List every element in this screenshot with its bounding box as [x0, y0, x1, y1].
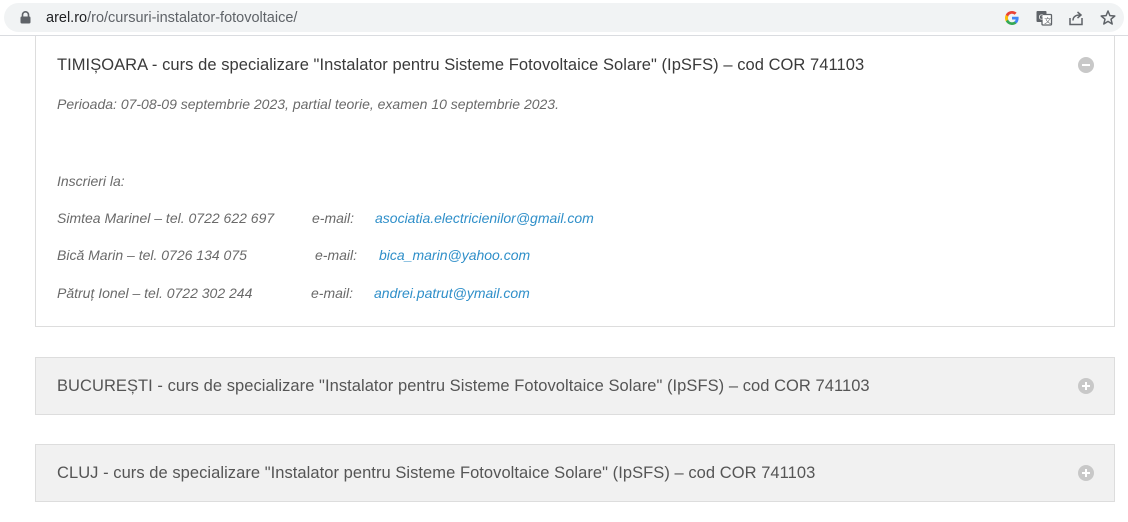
bookmark-star-icon[interactable] — [1099, 9, 1117, 27]
url-path: /ro/cursuri-instalator-fotovoltaice/ — [87, 10, 298, 26]
translate-icon[interactable]: G 文 — [1035, 9, 1053, 27]
course-period: Perioada: 07-08-09 septembrie 2023, part… — [57, 96, 559, 112]
minus-circle-icon[interactable] — [1078, 57, 1094, 73]
accordion-panel-cluj[interactable]: CLUJ - curs de specializare "Instalator … — [35, 444, 1115, 502]
browser-toolbar: arel.ro/ro/cursuri-instalator-fotovoltai… — [0, 0, 1128, 36]
lock-icon[interactable] — [20, 11, 31, 24]
accordion-title-cluj[interactable]: CLUJ - curs de specializare "Instalator … — [57, 464, 815, 483]
address-bar[interactable]: arel.ro/ro/cursuri-instalator-fotovoltai… — [4, 3, 1124, 32]
email-link[interactable]: bica_marin@yahoo.com — [379, 247, 530, 263]
email-link[interactable]: andrei.patrut@ymail.com — [374, 285, 530, 301]
enroll-label: Inscrieri la: — [57, 173, 125, 189]
share-icon[interactable] — [1067, 9, 1085, 27]
url-domain: arel.ro — [46, 10, 88, 26]
accordion-panel-timisoara: TIMIȘOARA - curs de specializare "Instal… — [35, 36, 1115, 327]
accordion-title-bucuresti[interactable]: BUCUREȘTI - curs de specializare "Instal… — [57, 377, 870, 396]
contact-person: Pătruț Ionel – tel. 0722 302 244 — [57, 285, 253, 301]
plus-circle-icon[interactable] — [1078, 378, 1094, 394]
contact-person: Bică Marin – tel. 0726 134 075 — [57, 247, 247, 263]
svg-text:文: 文 — [1044, 16, 1051, 25]
svg-text:G: G — [1039, 14, 1044, 22]
contact-person: Simtea Marinel – tel. 0722 622 697 — [57, 210, 275, 226]
email-label: e-mail: — [312, 210, 355, 226]
plus-circle-icon[interactable] — [1078, 465, 1094, 481]
email-label: e-mail: — [315, 247, 358, 263]
google-icon[interactable] — [1003, 9, 1021, 27]
email-link[interactable]: asociatia.electricienilor@gmail.com — [375, 210, 594, 226]
accordion-title-timisoara[interactable]: TIMIȘOARA - curs de specializare "Instal… — [57, 56, 864, 75]
accordion-panel-bucuresti[interactable]: BUCUREȘTI - curs de specializare "Instal… — [35, 357, 1115, 415]
url-text[interactable]: arel.ro/ro/cursuri-instalator-fotovoltai… — [46, 9, 297, 27]
email-label: e-mail: — [311, 285, 354, 301]
